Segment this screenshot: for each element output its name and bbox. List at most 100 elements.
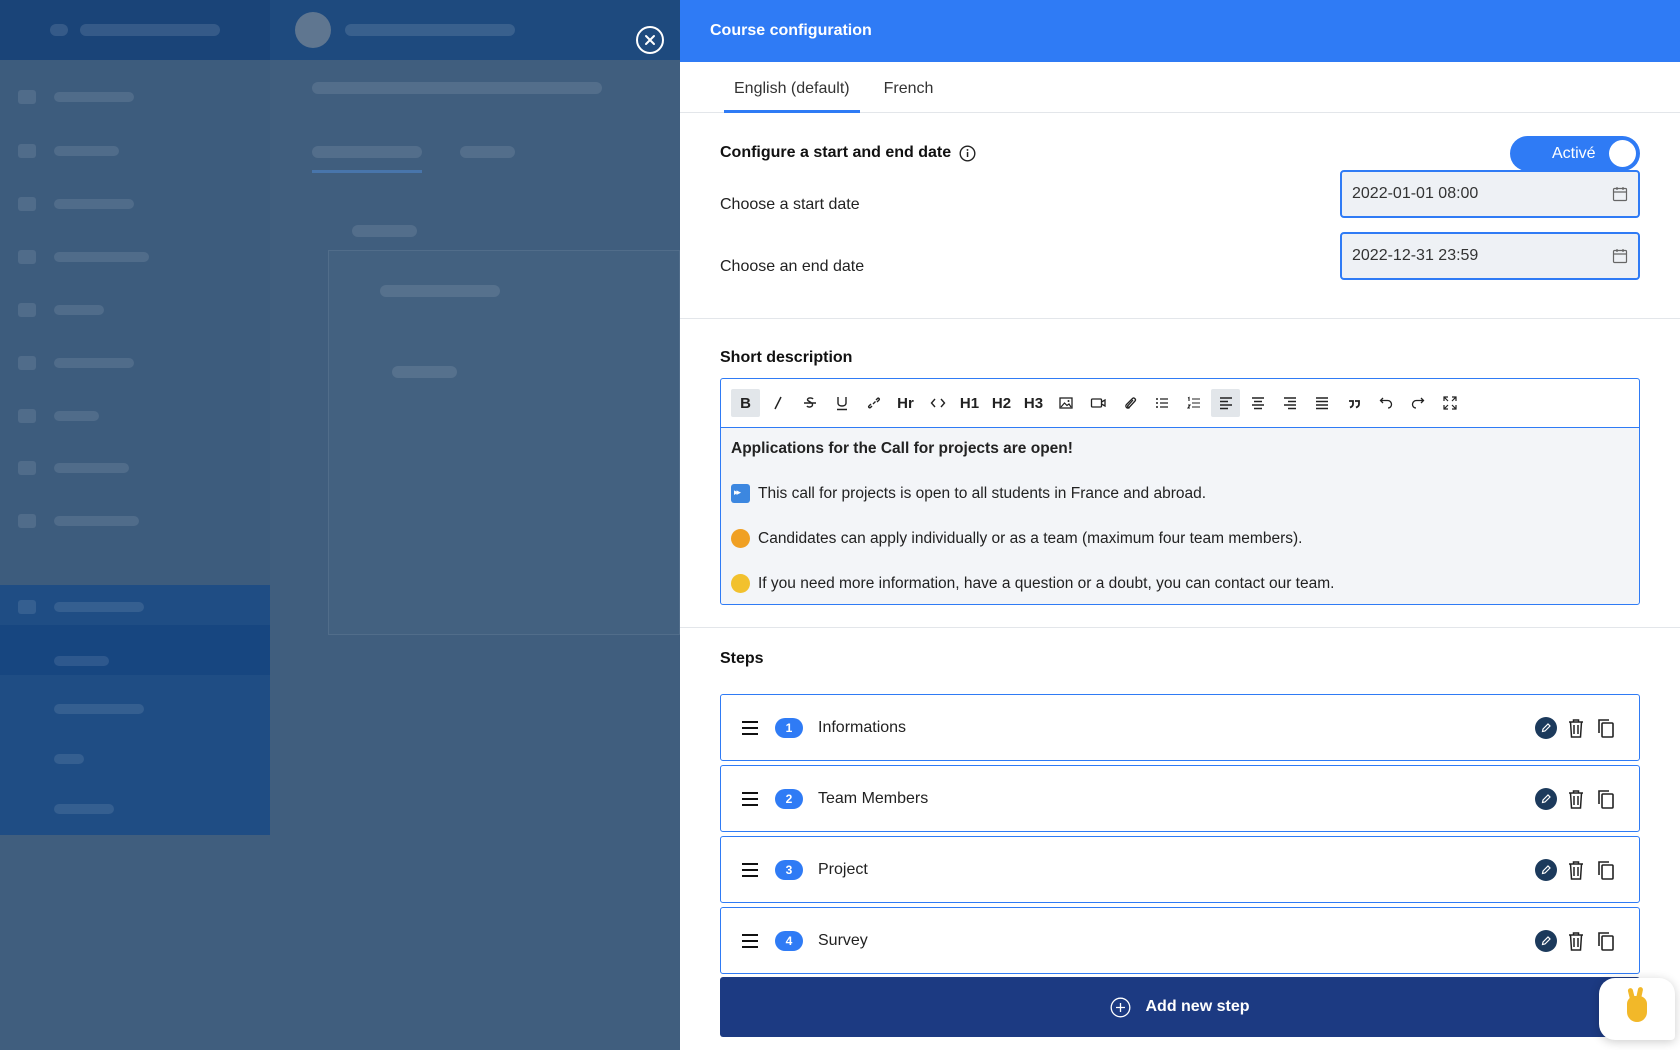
duplicate-step-button[interactable]: [1595, 788, 1617, 810]
drag-handle-icon[interactable]: [741, 862, 759, 878]
justify-icon: [1315, 397, 1328, 410]
add-new-step-label: Add new step: [1145, 998, 1250, 1015]
align-center-button[interactable]: [1243, 389, 1272, 417]
step-item[interactable]: 4 Survey: [720, 907, 1640, 974]
course-configuration-drawer: Course configuration English (default) F…: [680, 0, 1680, 1050]
toggle-label: Activé: [1552, 145, 1596, 162]
step-item[interactable]: 1 Informations: [720, 694, 1640, 761]
pencil-icon: [1535, 716, 1557, 739]
fullscreen-button[interactable]: [1435, 389, 1464, 417]
numbered-list-icon: [1186, 396, 1200, 409]
redo-icon: [1411, 397, 1424, 409]
tab-french[interactable]: French: [874, 62, 944, 112]
underline-button[interactable]: [827, 389, 856, 417]
start-date-input[interactable]: 2022-01-01 08:00: [1340, 170, 1640, 218]
step-actions: [1535, 929, 1617, 952]
step-name: Survey: [818, 931, 868, 949]
strikethrough-button[interactable]: [795, 389, 824, 417]
toggle-knob: [1609, 140, 1636, 167]
duplicate-step-button[interactable]: [1595, 717, 1617, 739]
code-button[interactable]: [923, 389, 952, 417]
link-icon: [867, 397, 880, 409]
drag-handle-icon[interactable]: [741, 720, 759, 736]
delete-step-button[interactable]: [1565, 788, 1587, 810]
duplicate-step-button[interactable]: [1595, 859, 1617, 881]
calendar-icon[interactable]: [1612, 248, 1628, 264]
redo-button[interactable]: [1403, 389, 1432, 417]
calendar-icon[interactable]: [1612, 186, 1628, 202]
h3-button[interactable]: H3: [1019, 389, 1048, 417]
edit-step-button[interactable]: [1535, 858, 1557, 881]
h2-label: H2: [991, 394, 1012, 412]
italic-button[interactable]: [763, 389, 792, 417]
close-drawer-button[interactable]: [636, 26, 664, 54]
undo-button[interactable]: [1371, 389, 1400, 417]
language-tabs: English (default) French: [680, 62, 1680, 113]
trash-icon: [1569, 789, 1583, 809]
victory-hand-icon: [1627, 996, 1647, 1022]
attachment-button[interactable]: [1115, 389, 1144, 417]
dates-toggle[interactable]: Activé: [1510, 136, 1640, 171]
step-actions: [1535, 716, 1617, 739]
step-item[interactable]: 2 Team Members: [720, 765, 1640, 832]
numbered-list-button[interactable]: [1179, 389, 1208, 417]
edit-step-button[interactable]: [1535, 787, 1557, 810]
quote-button[interactable]: [1339, 389, 1368, 417]
h1-button[interactable]: H1: [955, 389, 984, 417]
align-right-button[interactable]: [1275, 389, 1304, 417]
quote-icon: [1348, 400, 1360, 409]
justify-button[interactable]: [1307, 389, 1336, 417]
image-button[interactable]: [1051, 389, 1080, 417]
description-line-text: Applications for the Call for projects a…: [731, 440, 1073, 457]
video-button[interactable]: [1083, 389, 1112, 417]
end-date-input[interactable]: 2022-12-31 23:59: [1340, 232, 1640, 280]
description-line-text: Candidates can apply individually or as …: [758, 530, 1303, 547]
description-line-text: If you need more information, have a que…: [758, 575, 1335, 592]
description-editor: B Hr H1 H2 H3 Applications for the Call …: [720, 378, 1640, 605]
drag-handle-icon[interactable]: [741, 933, 759, 949]
bullet-list-button[interactable]: [1147, 389, 1176, 417]
duplicate-step-button[interactable]: [1595, 930, 1617, 952]
fast-forward-emoji-icon: [731, 484, 750, 503]
strikethrough-icon: [803, 397, 816, 408]
hr-button[interactable]: Hr: [891, 389, 920, 417]
edit-step-button[interactable]: [1535, 929, 1557, 952]
end-date-value: 2022-12-31 23:59: [1352, 247, 1479, 264]
tab-english[interactable]: English (default): [724, 62, 860, 113]
h1-label: H1: [959, 394, 980, 412]
fullscreen-icon: [1442, 396, 1457, 410]
align-left-button[interactable]: [1211, 389, 1240, 417]
step-number-badge: 3: [775, 859, 803, 880]
pencil-icon: [1535, 929, 1557, 952]
trash-icon: [1569, 860, 1583, 880]
chat-widget-button[interactable]: [1599, 978, 1675, 1040]
description-line: Applications for the Call for projects a…: [731, 440, 1629, 485]
underline-icon: [836, 397, 847, 411]
step-number-badge: 1: [775, 717, 803, 738]
italic-icon: [773, 396, 782, 410]
description-line: If you need more information, have a que…: [731, 574, 1629, 620]
step-name: Team Members: [818, 789, 929, 807]
start-date-label: Choose a start date: [720, 196, 860, 213]
copy-icon: [1598, 718, 1614, 738]
info-icon[interactable]: [959, 144, 976, 162]
bold-button[interactable]: B: [731, 389, 760, 417]
step-item[interactable]: 3 Project: [720, 836, 1640, 903]
step-number-badge: 4: [775, 930, 803, 951]
edit-step-button[interactable]: [1535, 716, 1557, 739]
end-date-label: Choose an end date: [720, 258, 865, 275]
editor-content[interactable]: Applications for the Call for projects a…: [721, 428, 1639, 632]
h3-label: H3: [1023, 394, 1044, 412]
dates-title: Configure a start and end date: [720, 144, 952, 161]
link-button[interactable]: [859, 389, 888, 417]
delete-step-button[interactable]: [1565, 717, 1587, 739]
step-name: Project: [818, 860, 868, 878]
delete-step-button[interactable]: [1565, 859, 1587, 881]
delete-step-button[interactable]: [1565, 930, 1587, 952]
drag-handle-icon[interactable]: [741, 791, 759, 807]
align-center-icon: [1251, 397, 1264, 410]
h2-button[interactable]: H2: [987, 389, 1016, 417]
add-new-step-button[interactable]: Add new step: [720, 977, 1640, 1037]
background-topbar: [0, 0, 680, 60]
code-icon: [930, 398, 945, 408]
